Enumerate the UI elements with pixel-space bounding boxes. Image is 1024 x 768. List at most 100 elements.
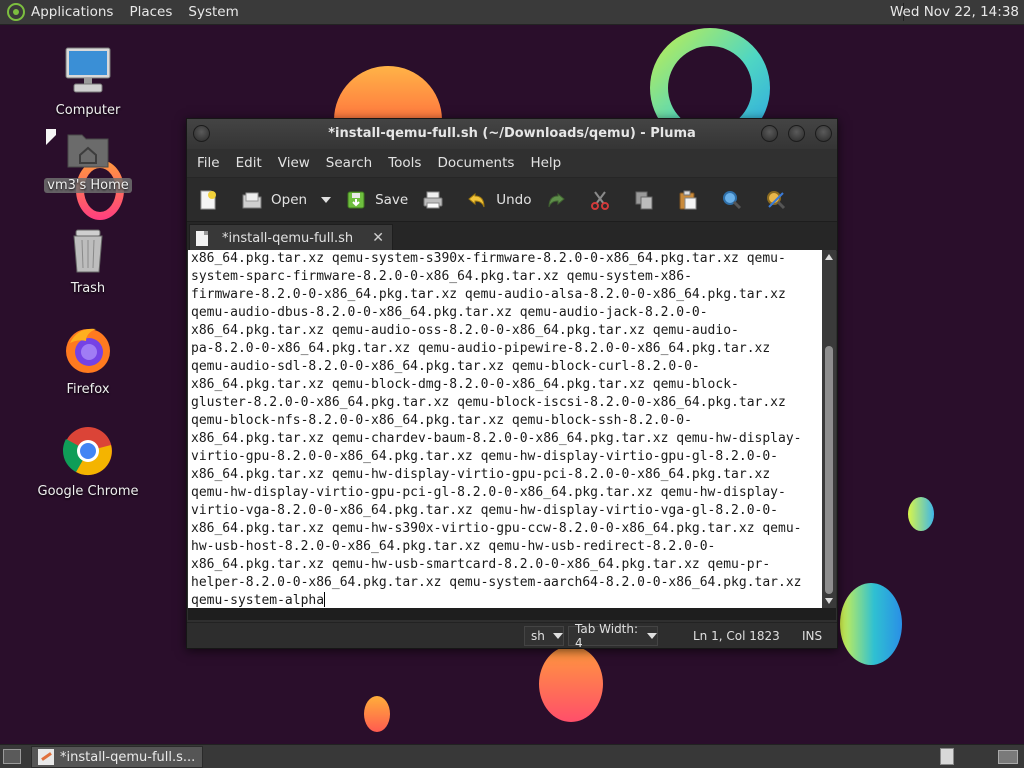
redo-button[interactable]	[545, 189, 575, 211]
code-line: x86_64.pkg.tar.xz qemu-hw-display-virtio…	[191, 467, 771, 482]
scrollbar-thumb[interactable]	[825, 346, 833, 594]
search-replace-icon	[767, 190, 786, 209]
close-window-button[interactable]	[815, 125, 832, 142]
taskbar-item-label: *install-qemu-full.s...	[60, 749, 196, 765]
paste-button[interactable]	[677, 189, 707, 211]
scroll-up-arrow-icon[interactable]	[825, 254, 833, 260]
save-label: Save	[375, 191, 409, 208]
minimize-button[interactable]	[761, 125, 778, 142]
menu-places[interactable]: Places	[129, 4, 172, 20]
chevron-down-icon	[552, 633, 563, 639]
menu-documents[interactable]: Documents	[437, 155, 514, 171]
trash-icon	[73, 229, 103, 273]
desktop-icon-computer[interactable]: Computer	[33, 44, 143, 118]
redo-icon	[548, 192, 566, 207]
desktop-icon-trash[interactable]: Trash	[33, 228, 143, 296]
code-line: qemu-hw-display-virtio-gpu-pci-gl-8.2.0-…	[191, 485, 786, 500]
undo-button[interactable]: Undo	[466, 189, 531, 211]
firefox-icon	[66, 328, 110, 373]
window-title: *install-qemu-full.sh (~/Downloads/qemu)…	[328, 126, 696, 141]
statusbar: sh Tab Width: 4 Ln 1, Col 1823 INS	[187, 622, 837, 650]
menu-help[interactable]: Help	[530, 155, 561, 171]
print-icon	[423, 191, 443, 208]
language-value: sh	[531, 629, 545, 643]
print-button[interactable]	[422, 189, 452, 211]
show-desktop-icon[interactable]	[3, 749, 21, 764]
trash-applet-icon[interactable]	[940, 748, 954, 765]
document-icon	[196, 231, 208, 246]
wallpaper-blue-blob-large	[840, 583, 902, 665]
code-line: system-sparc-firmware-8.2.0-0-x86_64.pkg…	[191, 269, 692, 284]
search-icon	[723, 190, 742, 209]
clock[interactable]: Wed Nov 22, 14:38	[890, 4, 1019, 20]
tab-width-selector[interactable]: Tab Width: 4	[568, 622, 658, 650]
code-line: qemu-audio-sdl-8.2.0-0-x86_64.pkg.tar.xz…	[191, 359, 700, 374]
copy-icon	[635, 191, 653, 209]
save-icon	[347, 191, 365, 208]
code-line: pa-8.2.0-0-x86_64.pkg.tar.xz qemu-audio-…	[191, 341, 771, 356]
code-line: x86_64.pkg.tar.xz qemu-system-s390x-firm…	[191, 251, 786, 266]
menu-file[interactable]: File	[197, 155, 220, 171]
maximize-button[interactable]	[788, 125, 805, 142]
bottom-panel: *install-qemu-full.s...	[0, 744, 1024, 768]
undo-icon	[468, 192, 485, 207]
code-line: gluster-8.2.0-0-x86_64.pkg.tar.xz qemu-b…	[191, 395, 786, 410]
wallpaper-orange-blob-mid	[539, 646, 603, 722]
open-label: Open	[271, 191, 308, 208]
language-selector[interactable]: sh	[524, 626, 564, 646]
tab-width-value: Tab Width: 4	[575, 622, 639, 650]
desktop-icon-firefox[interactable]: Firefox	[33, 325, 143, 397]
pluma-window: *install-qemu-full.sh (~/Downloads/qemu)…	[186, 118, 838, 650]
home-folder-icon	[67, 134, 109, 168]
menu-search[interactable]: Search	[326, 155, 372, 171]
cursor-position: Ln 1, Col 1823	[693, 629, 780, 643]
taskbar-item-pluma[interactable]: *install-qemu-full.s...	[31, 746, 203, 768]
chevron-down-icon	[647, 633, 657, 639]
window-titlebar[interactable]: *install-qemu-full.sh (~/Downloads/qemu)…	[187, 119, 837, 149]
desktop-icon-label: Trash	[70, 281, 106, 296]
menu-applications[interactable]: Applications	[31, 4, 113, 20]
menu-tools[interactable]: Tools	[388, 155, 421, 171]
distro-logo-icon[interactable]	[7, 3, 25, 21]
document-tab[interactable]: *install-qemu-full.sh ✕	[189, 224, 393, 252]
workspace-switcher[interactable]	[998, 750, 1018, 764]
code-line: x86_64.pkg.tar.xz qemu-hw-usb-smartcard-…	[191, 557, 771, 572]
computer-icon	[65, 47, 111, 93]
copy-button[interactable]	[633, 189, 663, 211]
open-folder-icon	[242, 192, 262, 208]
new-document-button[interactable]	[197, 189, 227, 211]
open-recent-dropdown-icon[interactable]	[321, 196, 332, 203]
horizontal-scroll-area	[188, 608, 836, 620]
wallpaper-blue-blob-small	[908, 497, 934, 531]
code-line: x86_64.pkg.tar.xz qemu-chardev-baum-8.2.…	[191, 431, 802, 446]
replace-button[interactable]	[765, 189, 795, 211]
document-tabbar: *install-qemu-full.sh ✕	[187, 221, 837, 252]
tab-label: *install-qemu-full.sh	[222, 231, 354, 246]
undo-label: Undo	[496, 191, 532, 208]
open-button[interactable]: Open	[241, 189, 332, 211]
menu-edit[interactable]: Edit	[236, 155, 262, 171]
cut-button[interactable]	[589, 189, 619, 211]
code-line: hw-usb-host-8.2.0-0-x86_64.pkg.tar.xz qe…	[191, 539, 716, 554]
toolbar: Open Save Undo	[187, 177, 837, 221]
code-line: qemu-audio-dbus-8.2.0-0-x86_64.pkg.tar.x…	[191, 305, 708, 320]
code-line: firmware-8.2.0-0-x86_64.pkg.tar.xz qemu-…	[191, 287, 786, 302]
chrome-icon	[62, 427, 112, 476]
vertical-scrollbar[interactable]	[822, 250, 836, 608]
mouse-pointer-icon	[46, 129, 56, 145]
code-line: x86_64.pkg.tar.xz qemu-block-dmg-8.2.0-0…	[191, 377, 739, 392]
code-line: helper-8.2.0-0-x86_64.pkg.tar.xz qemu-sy…	[191, 575, 802, 590]
menu-view[interactable]: View	[278, 155, 310, 171]
code-line: qemu-system-alpha	[191, 592, 326, 608]
text-editor[interactable]: x86_64.pkg.tar.xz qemu-system-s390x-firm…	[188, 250, 822, 608]
save-button[interactable]: Save	[345, 189, 408, 211]
desktop-icon-chrome[interactable]: Google Chrome	[33, 425, 143, 499]
code-line: qemu-block-nfs-8.2.0-0-x86_64.pkg.tar.xz…	[191, 413, 692, 428]
code-line: x86_64.pkg.tar.xz qemu-hw-s390x-virtio-g…	[191, 521, 802, 536]
menu-system[interactable]: System	[188, 4, 238, 20]
wallpaper-orange-blob-small	[364, 696, 390, 732]
tab-close-icon[interactable]: ✕	[372, 230, 384, 246]
desktop-icon-label: vm3's Home	[44, 178, 132, 193]
scroll-down-arrow-icon[interactable]	[825, 598, 833, 604]
find-button[interactable]	[721, 189, 751, 211]
